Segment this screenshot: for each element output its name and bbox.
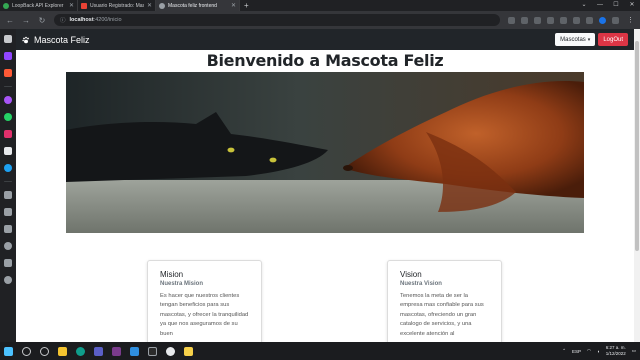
card-text: Tenemos la meta de ser la empresa mas co… [400,293,484,337]
send-icon[interactable] [4,191,12,199]
zoom-icon[interactable] [521,16,528,24]
windows-start-icon[interactable] [4,346,13,356]
sidebar-icon[interactable] [586,16,593,24]
divider [4,181,12,182]
messenger-icon[interactable] [4,96,12,104]
gamepad-icon[interactable] [4,35,12,43]
web-page: Mascota Feliz Mascotas ▾ LogOut Bienveni… [16,29,634,342]
chevron-down-icon[interactable]: ⌄ [576,0,592,11]
new-tab-icon[interactable]: + [240,0,253,11]
url-host: localhost [69,17,94,23]
extension-icons [508,16,619,24]
whatsapp-icon[interactable] [4,113,12,121]
back-icon[interactable]: ← [6,16,14,25]
browser-tab-gmail[interactable]: Usuario Registrado: Masco ✕ [78,0,156,11]
store-app-icon[interactable] [112,346,121,356]
divider [4,86,12,87]
browser-toolbar: ← → ↻ ⓘ localhost:4200/inicio ⋮ [0,11,640,29]
chart-icon[interactable] [4,208,12,216]
extension-icon[interactable] [560,16,567,24]
loopback-favicon-icon [3,2,9,9]
clock-date: 1/12/2022 [605,351,626,356]
browser-app-icon[interactable] [166,346,175,356]
teams-icon[interactable] [94,346,103,356]
share-icon[interactable] [534,16,541,24]
tab-title: Usuario Registrado: Masco [90,2,144,9]
tab-title: LoopBack API Explorer [12,2,64,9]
card-subtitle: Nuestra Mision [160,281,204,287]
clock[interactable]: 6:27 a. m. 1/12/2022 [606,345,626,357]
app-navbar: Mascota Feliz Mascotas ▾ LogOut [16,29,634,50]
screenshot-icon[interactable] [508,16,515,24]
cat-and-dog-photo [66,72,584,233]
forward-icon[interactable]: → [22,16,30,25]
edge-icon[interactable] [76,346,85,356]
dropdown-label: Mascotas [560,36,586,43]
instagram-icon[interactable] [4,130,12,138]
volume-icon[interactable]: ◖ [597,349,600,354]
brand-name: Mascota Feliz [34,34,90,45]
history-icon[interactable] [4,242,12,250]
twitter-icon[interactable] [4,164,12,172]
minimize-icon[interactable]: — [592,0,608,11]
cube-icon[interactable] [4,259,12,267]
mision-card: Mision Nuestra Mision Es hacer que nuest… [147,260,262,342]
wifi-icon[interactable]: ◠ [587,348,591,354]
card-title: Mision [160,270,184,279]
terminal-icon[interactable] [148,346,157,356]
sticky-notes-icon[interactable] [184,346,193,356]
vision-card: Vision Nuestra Vision Tenemos la meta de… [387,260,502,342]
tiktok-icon[interactable] [4,147,12,155]
brand-link[interactable]: Mascota Feliz [22,35,90,45]
caret-down-icon: ▾ [587,36,591,43]
address-bar[interactable]: ⓘ localhost:4200/inicio [54,14,500,26]
maximize-icon[interactable]: ☐ [608,0,624,11]
vscode-icon[interactable] [130,346,139,356]
menu-icon[interactable] [612,16,619,24]
bookmark-icon[interactable] [547,16,554,24]
page-scrollbar[interactable] [634,29,640,342]
card-text: Es hacer que nuestros clientes tengan be… [160,293,249,337]
browser-tab-strip: LoopBack API Explorer ✕ Usuario Registra… [0,0,640,11]
browser-tab-loopback[interactable]: LoopBack API Explorer ✕ [0,0,78,11]
paw-icon [22,36,29,43]
profile-avatar-icon[interactable] [599,16,606,24]
mascotas-dropdown[interactable]: Mascotas ▾ [555,33,596,46]
logout-button[interactable]: LogOut [598,33,628,46]
system-tray: ⌃ ESP ◠ ◖ 6:27 a. m. 1/12/2022 ▭ [562,345,636,357]
page-favicon-icon [159,2,165,9]
url-path: :4200/inicio [93,17,122,23]
close-tab-icon[interactable]: ✕ [231,2,236,9]
window-controls: ⌄ — ☐ ✕ [576,0,640,11]
page-title: Bienvenido a Mascota Feliz [206,51,444,70]
close-tab-icon[interactable]: ✕ [147,2,152,9]
file-explorer-icon[interactable] [58,346,67,356]
chevron-up-icon[interactable]: ⌃ [562,348,566,354]
reload-icon[interactable]: ↻ [38,16,46,25]
scrollbar-thumb[interactable] [635,41,639,251]
twitch-icon[interactable] [4,52,12,60]
browser-sidebar [0,29,16,342]
card-title: Vision [400,270,422,279]
gmail-favicon-icon [81,2,87,9]
tab-title: Mascota feliz frontend [168,2,217,9]
box-icon[interactable] [4,225,12,233]
hero-image [66,72,584,233]
windows-taskbar: ⌃ ESP ◠ ◖ 6:27 a. m. 1/12/2022 ▭ [0,342,640,360]
close-window-icon[interactable]: ✕ [624,0,640,11]
navbar-actions: Mascotas ▾ LogOut [555,33,628,46]
settings-icon[interactable] [4,276,12,284]
close-tab-icon[interactable]: ✕ [69,2,74,9]
browser-tab-mascota[interactable]: Mascota feliz frontend ✕ [156,0,240,11]
puzzle-icon[interactable] [573,16,580,24]
task-view-icon[interactable] [40,346,49,356]
more-options-icon[interactable]: ⋮ [627,16,634,24]
store-icon[interactable] [4,69,12,77]
search-icon[interactable] [22,346,31,356]
language-indicator[interactable]: ESP [572,349,581,354]
info-icon[interactable]: ⓘ [60,16,66,24]
notifications-icon[interactable]: ▭ [632,348,636,354]
card-subtitle: Nuestra Vision [400,281,442,287]
